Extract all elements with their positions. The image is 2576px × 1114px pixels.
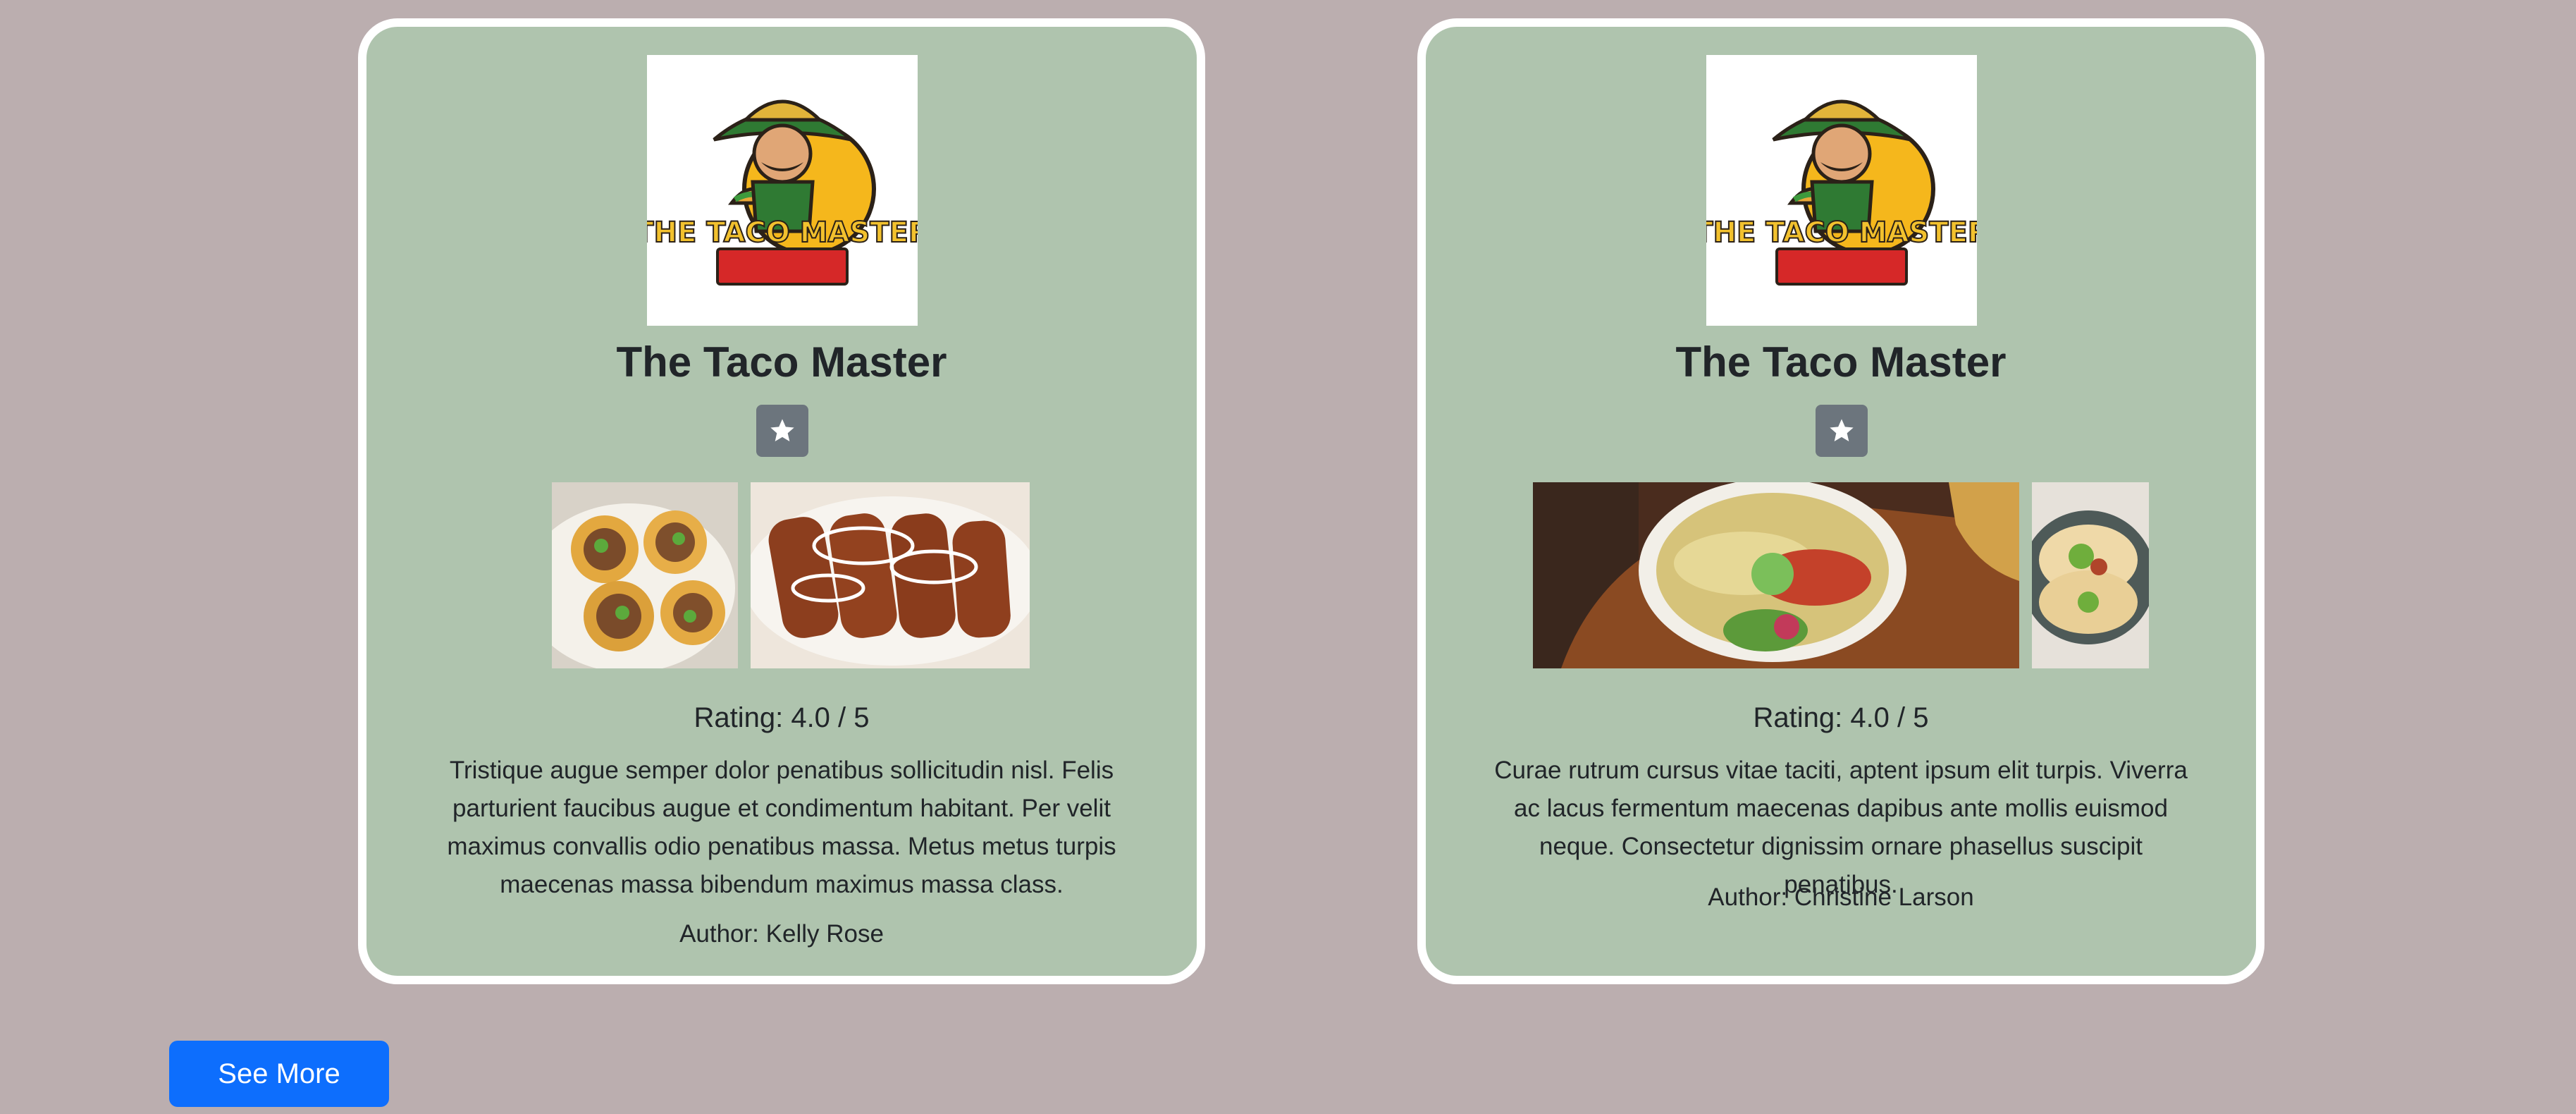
- rating-text: Rating: 4.0 / 5: [694, 702, 870, 733]
- review-card: THE TACO MASTER The Taco Master Rating: …: [1417, 18, 2264, 984]
- star-icon: [770, 419, 794, 441]
- enchilada-plate-photo: [1533, 482, 2019, 668]
- review-card: THE TACO MASTER The Taco Master Rating: …: [358, 18, 1205, 984]
- star-icon: [1830, 419, 1854, 441]
- rating-text: Rating: 4.0 / 5: [1753, 702, 1929, 733]
- food-photo: [2032, 482, 2149, 668]
- see-more-button[interactable]: See More: [169, 1041, 389, 1107]
- favorite-button[interactable]: [756, 405, 808, 457]
- enchiladas-photo: [751, 482, 1030, 668]
- food-photo: [751, 482, 1030, 668]
- review-description: Tristique augue semper dolor penatibus s…: [447, 757, 1116, 898]
- svg-text:THE TACO MASTER: THE TACO MASTER: [1706, 216, 1977, 249]
- tacos-photo: [2032, 482, 2149, 668]
- taco-master-logo-icon: THE TACO MASTER: [1706, 99, 1977, 286]
- review-author: Author: Christine Larson: [1708, 883, 1974, 911]
- food-photo: [552, 482, 738, 668]
- taco-master-logo-icon: THE TACO MASTER: [647, 99, 918, 286]
- favorite-button[interactable]: [1816, 405, 1868, 457]
- tostadas-photo: [552, 482, 738, 668]
- svg-text:THE TACO MASTER: THE TACO MASTER: [647, 216, 918, 249]
- restaurant-logo: THE TACO MASTER: [647, 55, 918, 326]
- restaurant-logo: THE TACO MASTER: [1706, 55, 1977, 326]
- restaurant-name: The Taco Master: [1675, 338, 2007, 386]
- restaurant-name: The Taco Master: [616, 338, 947, 386]
- food-photo: [1533, 482, 2019, 668]
- review-author: Author: Kelly Rose: [679, 920, 884, 948]
